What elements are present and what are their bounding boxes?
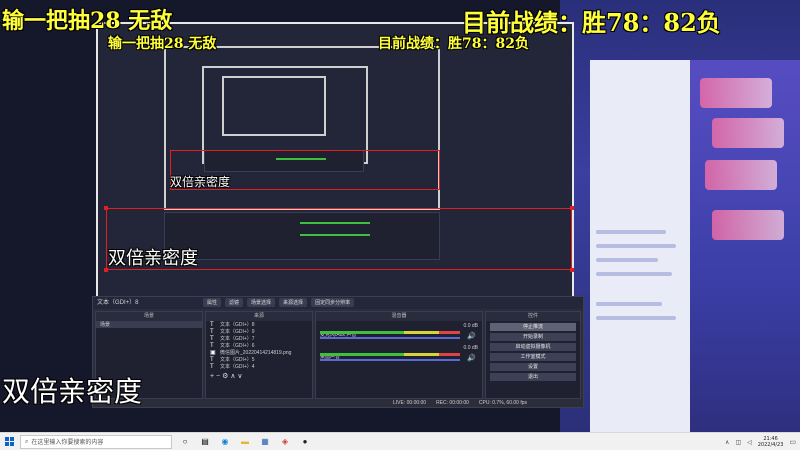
mixer-header: 混音器: [316, 312, 482, 321]
start-button[interactable]: [0, 433, 18, 450]
website-text-line: [596, 244, 676, 248]
arrow-up-icon[interactable]: ∧: [230, 373, 235, 380]
start-recording-button[interactable]: 开始录制: [490, 333, 576, 341]
search-icon: ⌕: [25, 437, 29, 445]
settings-button[interactable]: 设置: [490, 363, 576, 371]
website-text-line: [596, 316, 676, 320]
scene-select-button[interactable]: 场景选择: [247, 298, 276, 307]
resize-handle[interactable]: [570, 268, 574, 272]
live-status: LIVE: 00:00:00: [393, 400, 427, 406]
network-icon[interactable]: ◫: [735, 439, 741, 446]
task-view-icon[interactable]: ▤: [198, 435, 212, 449]
source-item[interactable]: T 文本（GDI+）6: [206, 342, 312, 350]
remove-icon[interactable]: −: [216, 373, 220, 380]
speaker-icon[interactable]: 🔊: [467, 332, 476, 340]
text-source-icon: T: [210, 328, 214, 335]
controls-header: 控件: [486, 312, 580, 321]
source-item[interactable]: T 文本（GDI+）5: [206, 356, 312, 364]
scene-item[interactable]: 场景: [96, 321, 202, 328]
text-source-icon: T: [210, 335, 214, 342]
website-text-line: [596, 258, 658, 262]
source-select-button[interactable]: 来源选择: [279, 298, 308, 307]
audio-meter: [320, 353, 460, 356]
obs-selected-source-label: 文本（GDI+）8: [97, 300, 139, 306]
mixer-channel: 麦克风/Aux 声音 0.0 dB 🔊: [316, 321, 482, 343]
mixer-channel-db: 0.0 dB: [463, 323, 478, 329]
audio-meter: [320, 331, 460, 334]
website-text-line: [596, 302, 662, 306]
nested-overlay-record-right: 目前战绩：胜78：82负: [378, 36, 529, 52]
overlay-title-left: 输一把抽28 无敌: [2, 8, 173, 34]
website-card: [700, 78, 772, 108]
sources-panel: 来源 T 文本（GDI+）8 T 文本（GDI+）9 T 文本（GDI+）7 T 文本（…: [205, 311, 313, 399]
windows-logo-icon: [4, 437, 14, 446]
nested-overlay-title-left: 输一把抽28 无敌: [108, 36, 217, 52]
overlay-label-mid: 双倍亲密度: [108, 248, 198, 269]
source-item[interactable]: T 文本（GDI+）9: [206, 328, 312, 336]
system-tray: ∧ ◫ ◁ 21:46 2022/4/23 ▭: [725, 433, 796, 450]
studio-mode-button[interactable]: 工作室模式: [490, 353, 576, 361]
exit-button[interactable]: 退出: [490, 373, 576, 381]
source-actions: + − ⚙ ∧ ∨: [206, 372, 312, 380]
pin-resolution-button[interactable]: 固定同步分辨率: [311, 298, 355, 307]
clock[interactable]: 21:46 2022/4/23: [758, 436, 784, 448]
source-item[interactable]: ▣ 微信图片_20220414214819.png: [206, 349, 312, 357]
controls-panel: 控件 停止推流 开始录制 启动虚拟摄像机 工作室模式 设置 退出: [485, 311, 581, 399]
source-item[interactable]: T 文本（GDI+）7: [206, 335, 312, 343]
stop-streaming-button[interactable]: 停止推流: [490, 323, 576, 331]
obs-icon[interactable]: ●: [298, 435, 312, 449]
text-source-icon: T: [210, 363, 214, 370]
image-source-icon: ▣: [210, 349, 216, 356]
scene-item-label: 场景: [100, 322, 111, 328]
text-source-icon: T: [210, 342, 214, 349]
taskbar: ⌕ 在这里输入你要搜索的内容 ○ ▤ ◉ ▬ ▦ ◈ ● ∧ ◫ ◁ 21:46…: [0, 432, 800, 450]
website-card: [712, 210, 784, 240]
source-item[interactable]: T 文本（GDI+）8: [206, 321, 312, 329]
filters-button[interactable]: 滤镜: [225, 298, 244, 307]
status-bar: LIVE: 00:00:00 REC: 00:00:00 CPU: 0.7%, …: [393, 400, 527, 406]
resize-handle[interactable]: [104, 206, 108, 210]
mixer-panel: 混音器 麦克风/Aux 声音 0.0 dB 🔊 桌面声音 0.0 dB 🔊: [315, 311, 483, 399]
volume-slider[interactable]: [320, 337, 460, 339]
volume-icon[interactable]: ◁: [747, 439, 752, 446]
mixer-channel-db: 0.0 dB: [463, 345, 478, 351]
resize-handle[interactable]: [570, 206, 574, 210]
speaker-icon[interactable]: 🔊: [467, 354, 476, 362]
overlay-label-small: 双倍亲密度: [170, 175, 231, 189]
edge-icon[interactable]: ◉: [218, 435, 232, 449]
nested-preview-4: [222, 76, 326, 136]
rec-status: REC: 00:00:00: [436, 400, 469, 406]
add-icon[interactable]: +: [210, 373, 214, 380]
taskbar-search[interactable]: ⌕ 在这里输入你要搜索的内容: [20, 434, 172, 449]
source-item[interactable]: T 文本（GDI+）4: [206, 363, 312, 371]
text-source-icon: T: [210, 321, 214, 328]
text-source-icon: T: [210, 356, 214, 363]
website-text-line: [596, 272, 672, 276]
app-icon[interactable]: ▦: [258, 435, 272, 449]
website-side-strip: [690, 60, 800, 432]
obs-window: 文本（GDI+）8 属性 滤镜 场景选择 来源选择 固定同步分辨率 场景 场景 …: [92, 296, 584, 408]
gear-icon[interactable]: ⚙: [222, 373, 228, 380]
task-view-icon[interactable]: ○: [178, 435, 192, 449]
search-placeholder: 在这里输入你要搜索的内容: [31, 439, 104, 446]
obs-toolbar-tabs: 属性 滤镜 场景选择 来源选择 固定同步分辨率: [203, 298, 355, 307]
notification-icon[interactable]: ▭: [789, 438, 796, 446]
clock-date: 2022/4/23: [757, 442, 784, 448]
volume-slider[interactable]: [320, 359, 460, 361]
cpu-status: CPU: 0.7%, 60.00 fps: [478, 400, 527, 406]
arrow-down-icon[interactable]: ∨: [237, 373, 242, 380]
virtual-camera-button[interactable]: 启动虚拟摄像机: [490, 343, 576, 351]
website-card: [712, 118, 784, 148]
tray-arrow-icon[interactable]: ∧: [725, 439, 729, 446]
website-text-line: [596, 230, 666, 234]
scenes-header: 场景: [96, 312, 202, 321]
properties-button[interactable]: 属性: [203, 298, 222, 307]
overlay-label-large: 双倍亲密度: [2, 375, 143, 408]
website-card: [705, 160, 777, 190]
sources-header: 来源: [206, 312, 312, 321]
file-explorer-icon[interactable]: ▬: [238, 435, 252, 449]
mixer-channel: 桌面声音 0.0 dB 🔊: [316, 343, 482, 365]
security-icon[interactable]: ◈: [278, 435, 292, 449]
